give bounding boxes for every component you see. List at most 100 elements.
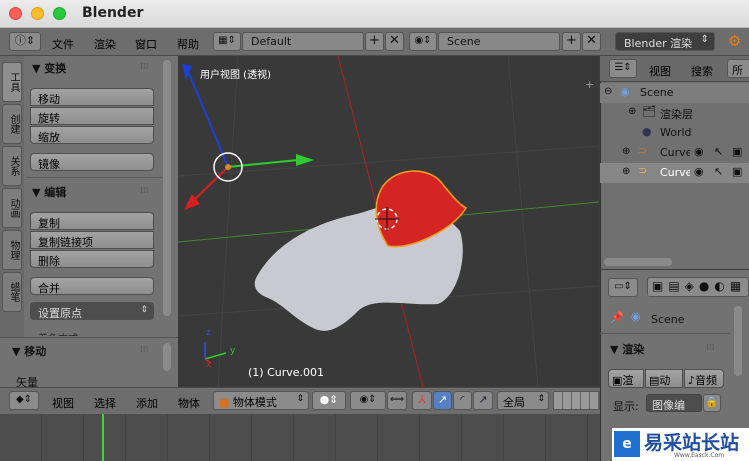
scene-icon[interactable]: ◉⇕	[409, 32, 437, 51]
camera-render-icon[interactable]: ▣	[732, 165, 742, 178]
outliner-menu-view[interactable]: 视图	[649, 63, 671, 79]
scale-manipulator-icon[interactable]: ↗	[473, 391, 493, 410]
add-scene-icon[interactable]: +	[562, 32, 581, 51]
timeline-grid	[0, 414, 600, 461]
outliner-row-render-layers[interactable]: ⊕ 🗂 渲染层	[600, 103, 749, 123]
timeline[interactable]	[0, 414, 600, 461]
menu-render[interactable]: 渲染	[94, 36, 116, 52]
viewport-add-region-icon[interactable]: +	[585, 78, 594, 91]
render-panel-header[interactable]: ▼ 渲染	[610, 341, 644, 357]
properties-scrollbar[interactable]	[734, 306, 742, 376]
operator-panel-header[interactable]: ▼ 移动	[12, 343, 46, 359]
rotate-button[interactable]: 旋转	[30, 107, 154, 125]
x-arrow-line	[191, 166, 229, 203]
duplicate-button[interactable]: 复制	[30, 212, 154, 230]
zoom-window-button[interactable]	[53, 7, 66, 20]
tab-physics[interactable]: 物理	[2, 230, 22, 270]
lock-icon[interactable]: 🔒	[703, 394, 721, 412]
drag-handle-icon[interactable]: ⁞⁞⁞	[706, 343, 715, 353]
drag-handle-icon[interactable]: ⁞⁞⁞	[140, 345, 149, 355]
expand-icon[interactable]: ⊕	[628, 106, 636, 117]
cursor-select-icon[interactable]: ↖	[714, 165, 723, 178]
remove-screen-icon[interactable]: ✕	[385, 32, 404, 51]
screen-layout-field[interactable]: Default	[242, 32, 364, 51]
drag-handle-icon[interactable]: ⁞⁞⁞	[140, 186, 149, 196]
outliner-row-world[interactable]: ● World	[600, 123, 749, 143]
scene-icon: ◉	[620, 85, 630, 98]
tool-shelf-scrollbar[interactable]	[163, 60, 171, 316]
collapse-icon[interactable]: ⊖	[604, 86, 612, 97]
add-menu[interactable]: 添加	[136, 395, 158, 411]
cursor-select-icon[interactable]: ↖	[714, 145, 723, 158]
eye-visibility-icon[interactable]: ◉	[694, 165, 704, 178]
pivot-point-dropdown[interactable]: ◉⇕	[350, 391, 386, 410]
translate-manipulator-icon[interactable]: ↗	[433, 391, 452, 410]
outliner-scrollbar[interactable]	[604, 258, 672, 266]
render-still-button[interactable]: ▣渲	[608, 369, 644, 388]
menu-help[interactable]: 帮助	[177, 36, 199, 52]
window-title: Blender	[82, 5, 144, 21]
join-button[interactable]: 合并	[30, 277, 154, 295]
current-frame-indicator[interactable]	[102, 414, 104, 461]
set-origin-dropdown[interactable]: 设置原点 ⇕	[30, 302, 154, 320]
display-label: 显示:	[613, 400, 639, 413]
y-arrow-icon[interactable]	[296, 154, 314, 166]
object-menu[interactable]: 物体	[178, 395, 200, 411]
scene-icon: ◉	[631, 310, 641, 323]
render-animation-button[interactable]: ▤动	[645, 369, 683, 388]
remove-scene-icon[interactable]: ✕	[582, 32, 601, 51]
close-window-button[interactable]	[9, 7, 22, 20]
eye-visibility-icon[interactable]: ◉	[694, 145, 704, 158]
tab-relations[interactable]: 关系	[2, 146, 22, 186]
view-menu[interactable]: 视图	[52, 395, 74, 411]
drag-handle-icon[interactable]: ⁞⁞⁞	[140, 62, 149, 72]
mode-dropdown[interactable]: ■ 物体模式 ⇕	[213, 391, 309, 410]
outliner-row-curve-selected[interactable]: ⊕ ⊃ Curve ◉ ↖ ▣	[600, 163, 749, 183]
select-menu[interactable]: 选择	[94, 395, 116, 411]
outliner-editor-type-icon[interactable]: ☰⇕	[609, 59, 637, 78]
operator-scrollbar[interactable]	[163, 343, 171, 371]
menu-file[interactable]: 文件	[52, 36, 74, 52]
render-engine-dropdown[interactable]: Blender 渲染 ⇕	[615, 32, 715, 51]
properties-context-tabs[interactable]: ▣▤◈●◐▦	[647, 277, 749, 297]
edit-panel-header[interactable]: ▼ 编辑	[32, 184, 66, 200]
transform-panel-header[interactable]: ▼ 变换	[32, 60, 66, 76]
render-audio-button[interactable]: ♪音频	[684, 369, 724, 388]
tab-grease-pencil[interactable]: 蜡笔	[2, 272, 22, 312]
tab-create[interactable]: 创建	[2, 104, 22, 144]
3d-view-editor-type-icon[interactable]: ◆⇕	[9, 391, 39, 410]
properties-scene-label: Scene	[651, 313, 685, 326]
outliner-row-scene[interactable]: ⊖ ◉ Scene	[600, 83, 749, 103]
active-object-label: (1) Curve.001	[248, 366, 325, 379]
rotate-manipulator-icon[interactable]: ◜	[453, 391, 472, 410]
editor-type-info-icon[interactable]: ⓘ⇕	[9, 32, 41, 51]
render-layers-icon: 🗂	[642, 105, 656, 118]
transform-orientation-dropdown[interactable]: 全局 ⇕	[497, 391, 549, 410]
outliner-menu-search[interactable]: 搜索	[691, 63, 713, 79]
outliner-display-mode-dropdown[interactable]: 所	[727, 59, 749, 78]
menu-window[interactable]: 窗口	[135, 36, 157, 52]
manipulator-toggle-icon[interactable]: ⟺	[387, 391, 407, 410]
pin-icon[interactable]: 📌	[610, 311, 624, 324]
scene-field[interactable]: Scene	[438, 32, 560, 51]
camera-render-icon[interactable]: ▣	[732, 145, 742, 158]
mirror-button[interactable]: 镜像	[30, 153, 154, 171]
3d-viewport[interactable]: 用户视图 (透视) (1) Curve.001 z y x +	[178, 56, 599, 387]
layer-buttons[interactable]	[553, 391, 600, 410]
expand-icon[interactable]: ⊕	[622, 166, 630, 177]
properties-editor-type-icon[interactable]: ▭⇕	[608, 278, 638, 297]
transform-manipulator-icon[interactable]: ⅄	[412, 391, 432, 410]
translate-button[interactable]: 移动	[30, 88, 154, 106]
minimize-window-button[interactable]	[31, 7, 44, 20]
expand-icon[interactable]: ⊕	[622, 146, 630, 157]
display-dropdown[interactable]: 图像编	[646, 394, 702, 412]
scale-button[interactable]: 缩放	[30, 126, 154, 144]
tab-tools[interactable]: 工具	[2, 62, 22, 102]
add-screen-icon[interactable]: +	[365, 32, 384, 51]
delete-button[interactable]: 删除	[30, 250, 154, 268]
tab-animation[interactable]: 动画	[2, 188, 22, 228]
outliner-row-curve[interactable]: ⊕ ⊃ Curve ◉ ↖ ▣	[600, 143, 749, 163]
screen-layout-icon[interactable]: ▦⇕	[213, 32, 241, 51]
duplicate-linked-button[interactable]: 复制链接项	[30, 231, 154, 249]
viewport-shading-dropdown[interactable]: ●⇕	[312, 391, 346, 410]
